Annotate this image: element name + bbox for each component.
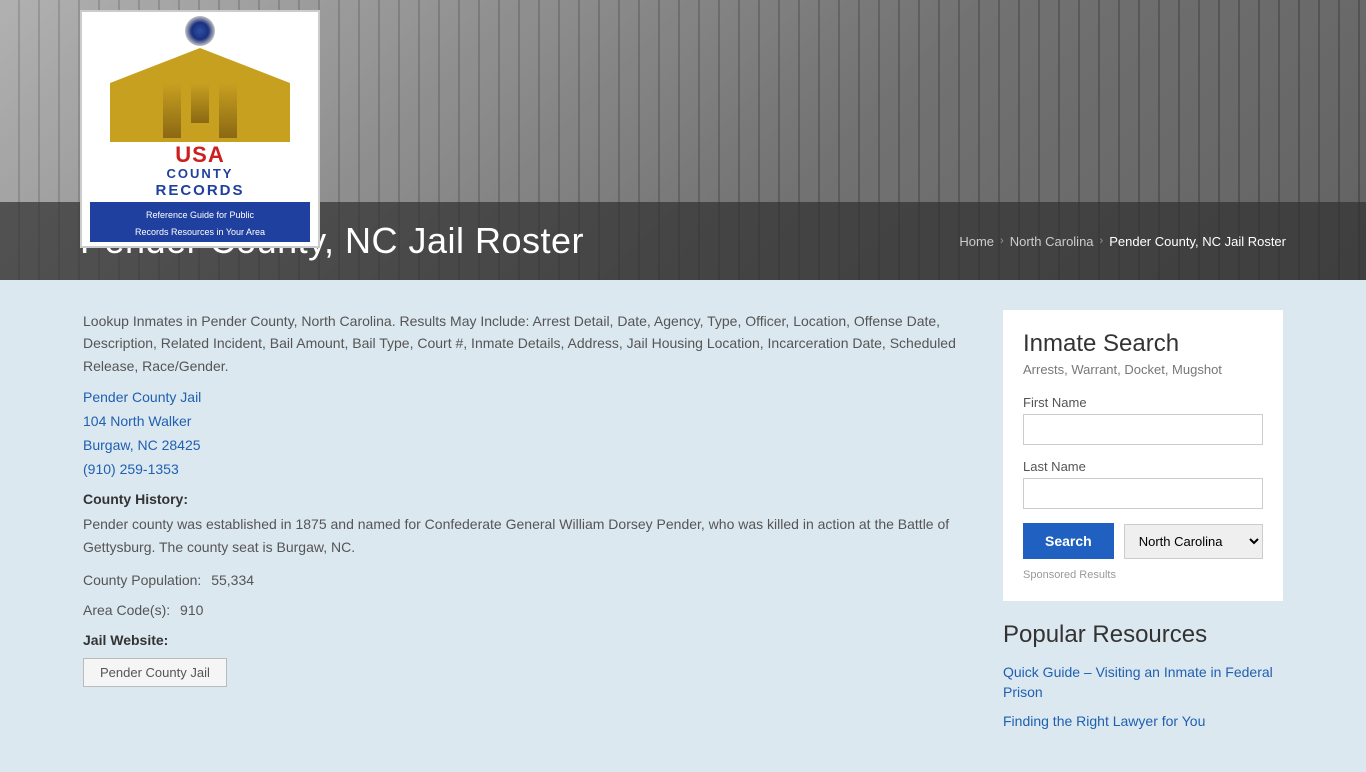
breadcrumb-state[interactable]: North Carolina <box>1010 234 1094 249</box>
first-name-label: First Name <box>1023 395 1263 410</box>
phone-link[interactable]: (910) 259-1353 <box>83 461 973 477</box>
resource-link-1[interactable]: Quick Guide – Visiting an Inmate in Fede… <box>1003 663 1283 702</box>
last-name-input[interactable] <box>1023 478 1263 509</box>
inmate-search-box: Inmate Search Arrests, Warrant, Docket, … <box>1003 310 1283 601</box>
breadcrumb: Home › North Carolina › Pender County, N… <box>959 234 1286 249</box>
breadcrumb-home[interactable]: Home <box>959 234 994 249</box>
area-code-value: 910 <box>180 602 203 618</box>
logo-county-text: COUNTY <box>155 166 244 182</box>
logo-column-right <box>219 83 237 138</box>
first-name-input[interactable] <box>1023 414 1263 445</box>
area-code-label: Area Code(s): 910 <box>83 602 973 618</box>
county-history-label: County History: <box>83 491 973 507</box>
inmate-search-title: Inmate Search <box>1023 330 1263 358</box>
description-text: Lookup Inmates in Pender County, North C… <box>83 310 973 377</box>
jail-website-label: Jail Website: <box>83 632 973 648</box>
address-street-link[interactable]: 104 North Walker <box>83 413 973 429</box>
population-label: County Population: 55,334 <box>83 572 973 588</box>
logo-building <box>110 16 290 142</box>
county-history-text: Pender county was established in 1875 an… <box>83 513 973 558</box>
logo-column-mid <box>191 83 209 123</box>
hero-section: USA COUNTY RECORDS Reference Guide for P… <box>0 0 1366 280</box>
breadcrumb-sep-1: › <box>1000 235 1004 247</box>
sponsored-text: Sponsored Results <box>1023 569 1263 581</box>
logo-tagline: Reference Guide for Public Records Resou… <box>135 210 265 237</box>
search-button[interactable]: Search <box>1023 523 1114 559</box>
logo-column-left <box>163 83 181 138</box>
population-value: 55,334 <box>211 572 254 588</box>
resource-link-2[interactable]: Finding the Right Lawyer for You <box>1003 712 1283 732</box>
logo-records-text: RECORDS <box>155 182 244 200</box>
main-wrapper: Lookup Inmates in Pender County, North C… <box>63 280 1303 772</box>
last-name-label: Last Name <box>1023 459 1263 474</box>
breadcrumb-current: Pender County, NC Jail Roster <box>1109 234 1286 249</box>
breadcrumb-sep-2: › <box>1100 235 1104 247</box>
site-logo[interactable]: USA COUNTY RECORDS Reference Guide for P… <box>80 10 320 248</box>
content-area: Lookup Inmates in Pender County, North C… <box>83 310 973 742</box>
popular-resources-title: Popular Resources <box>1003 621 1283 649</box>
jail-name-link[interactable]: Pender County Jail <box>83 389 973 405</box>
sidebar: Inmate Search Arrests, Warrant, Docket, … <box>1003 310 1283 742</box>
logo-roof <box>110 48 290 83</box>
search-row: Search North Carolina Alabama Alaska Ari… <box>1023 523 1263 559</box>
logo-usa-text: USA <box>155 144 244 166</box>
logo-flag-icon <box>185 16 215 46</box>
inmate-search-subtitle: Arrests, Warrant, Docket, Mugshot <box>1023 362 1263 377</box>
first-name-group: First Name <box>1023 395 1263 445</box>
last-name-group: Last Name <box>1023 459 1263 509</box>
logo-tagline-box: Reference Guide for Public Records Resou… <box>90 202 310 242</box>
address-city-link[interactable]: Burgaw, NC 28425 <box>83 437 973 453</box>
jail-website-link[interactable]: Pender County Jail <box>83 658 227 687</box>
state-select[interactable]: North Carolina Alabama Alaska Arizona Ar… <box>1124 524 1263 559</box>
popular-resources: Popular Resources Quick Guide – Visiting… <box>1003 621 1283 732</box>
